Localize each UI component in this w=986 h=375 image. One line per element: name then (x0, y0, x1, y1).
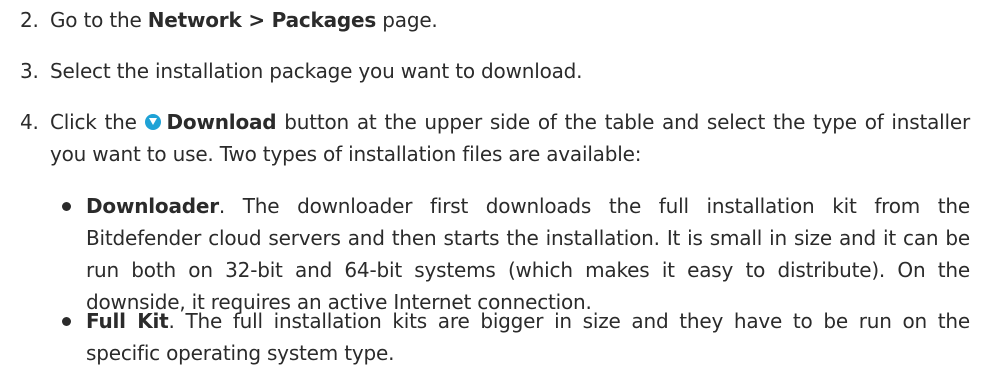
download-label: Download (166, 110, 277, 134)
step-2: 2. Go to the Network > Packages page. (20, 4, 970, 36)
document-page: 2. Go to the Network > Packages page. 3.… (0, 0, 986, 375)
step-number: 3. (20, 59, 39, 83)
step-text: Click the Download button at the upper s… (50, 110, 970, 166)
bullet-term: Full Kit (86, 309, 169, 333)
bullet-icon (62, 202, 71, 211)
step-number: 2. (20, 8, 39, 32)
step-number: 4. (20, 110, 39, 134)
bullet-icon (62, 317, 71, 326)
menu-path: Network > Packages (147, 8, 377, 32)
list-item-downloader: Downloader. The downloader first downloa… (62, 190, 970, 318)
step-4: 4. Click the Download button at the uppe… (20, 106, 970, 170)
step-text: Select the installation package you want… (50, 59, 583, 83)
step-text: Go to the Network > Packages page. (50, 8, 438, 32)
bullet-term: Downloader (86, 194, 219, 218)
bullet-text: Full Kit. The full installation kits are… (86, 309, 970, 365)
download-icon (144, 114, 161, 130)
list-item-full-kit: Full Kit. The full installation kits are… (62, 305, 970, 369)
step-3: 3. Select the installation package you w… (20, 55, 970, 87)
bullet-text: Downloader. The downloader first downloa… (86, 194, 970, 314)
